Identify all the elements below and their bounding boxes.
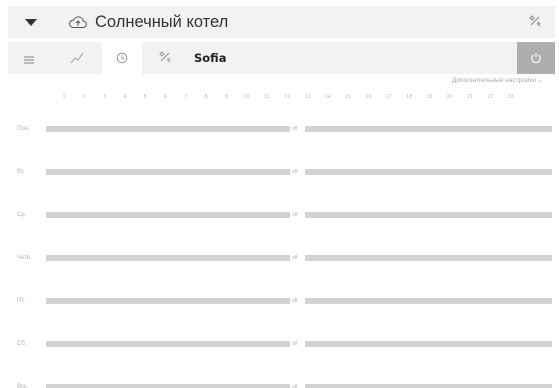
- schedule-bar-pm[interactable]: [305, 169, 552, 175]
- schedule-bar-pm[interactable]: [305, 126, 552, 132]
- hour-label: 7: [184, 94, 188, 100]
- day-label: Ср.: [17, 212, 27, 218]
- page-title: Солнечный котел: [95, 12, 229, 31]
- tab-bar: Sofia: [8, 42, 555, 74]
- hour-label: 2: [82, 94, 86, 100]
- collapse-toggle[interactable]: [8, 6, 53, 38]
- title-bar: Солнечный котел: [8, 6, 555, 38]
- tools-icon: [158, 49, 172, 68]
- hour-label: 18: [406, 94, 413, 100]
- tab-schedule[interactable]: [102, 42, 142, 74]
- schedule-bar-am[interactable]: [46, 212, 290, 218]
- off-label: off: [292, 298, 298, 304]
- day-label: Четв.: [17, 255, 32, 261]
- schedule-bar-am[interactable]: [46, 341, 290, 347]
- schedule-bar-am[interactable]: [46, 298, 290, 304]
- tab-menu[interactable]: [8, 42, 50, 74]
- hour-label: 14: [324, 94, 331, 100]
- additional-settings-link[interactable]: Дополнительные настройки ⌄: [452, 77, 543, 84]
- hour-label: 1: [62, 94, 66, 100]
- hour-label: 4: [123, 94, 127, 100]
- off-label: off: [292, 126, 298, 132]
- day-label: Вск.: [17, 384, 29, 388]
- clock-icon: [116, 49, 128, 68]
- hour-label: 10: [243, 94, 250, 100]
- hour-label: 12: [284, 94, 291, 100]
- hour-label: 5: [143, 94, 147, 100]
- additional-settings-label: Дополнительные настройки: [451, 77, 536, 84]
- hamburger-icon: [23, 49, 35, 68]
- schedule-bar-pm[interactable]: [305, 384, 552, 388]
- hour-label: 19: [426, 94, 433, 100]
- day-row: Ср. off: [0, 209, 559, 221]
- hour-label: 23: [507, 94, 514, 100]
- off-label: off: [292, 255, 298, 261]
- day-label: Пон.: [17, 126, 30, 132]
- day-row: Вт. off: [0, 166, 559, 178]
- hour-label: 21: [466, 94, 474, 100]
- tab-settings[interactable]: [144, 42, 186, 74]
- hour-label: 22: [487, 94, 494, 100]
- hour-label: 11: [264, 94, 270, 100]
- hour-label: 16: [365, 94, 372, 100]
- hour-label: 17: [385, 94, 392, 100]
- hour-label: 3: [103, 94, 107, 100]
- hour-scale: 1 2 3 4 5 6 7 8 9 10 11 12 13 14 15 16 17 18 19 20 21 22 23: [0, 94, 559, 104]
- off-label: off: [292, 169, 298, 175]
- schedule-bar-pm[interactable]: [305, 298, 552, 304]
- schedule-bar-am[interactable]: [46, 255, 290, 261]
- cloud-upload-icon: [67, 6, 89, 38]
- schedule-bar-pm[interactable]: [305, 341, 552, 347]
- schedule-bar-pm[interactable]: [305, 212, 552, 218]
- off-label: off: [292, 212, 298, 218]
- schedule-bar-am[interactable]: [46, 126, 290, 132]
- hour-label: 9: [224, 94, 228, 100]
- power-button[interactable]: [517, 42, 555, 74]
- tools-button[interactable]: [515, 6, 555, 38]
- off-label: off: [292, 341, 298, 347]
- hour-label: 6: [163, 94, 168, 100]
- tab-chart[interactable]: [54, 42, 100, 74]
- day-label: Сб.: [17, 341, 27, 347]
- schedule-bar-pm[interactable]: [305, 255, 552, 261]
- power-icon: [530, 49, 542, 68]
- triangle-down-icon: [24, 18, 37, 26]
- day-row: Пт. off: [0, 295, 559, 307]
- hour-label: 13: [304, 94, 311, 100]
- device-name: Sofia: [194, 51, 227, 65]
- chevron-down-icon: ⌄: [537, 78, 543, 84]
- day-label: Пт.: [17, 298, 26, 304]
- hour-label: 20: [446, 94, 453, 100]
- schedule-bar-am[interactable]: [46, 169, 290, 175]
- day-label: Вт.: [17, 169, 25, 175]
- hour-label: 8: [204, 94, 208, 100]
- day-row: Четв. off: [0, 252, 559, 264]
- hour-label: 15: [345, 94, 352, 100]
- tools-icon: [528, 13, 542, 32]
- day-row: Пон. off: [0, 123, 559, 135]
- day-row: Сб. off: [0, 338, 559, 350]
- off-label: off: [292, 384, 298, 388]
- line-chart-icon: [70, 49, 84, 68]
- day-row: Вск. off: [0, 381, 559, 388]
- schedule-bar-am[interactable]: [46, 384, 290, 388]
